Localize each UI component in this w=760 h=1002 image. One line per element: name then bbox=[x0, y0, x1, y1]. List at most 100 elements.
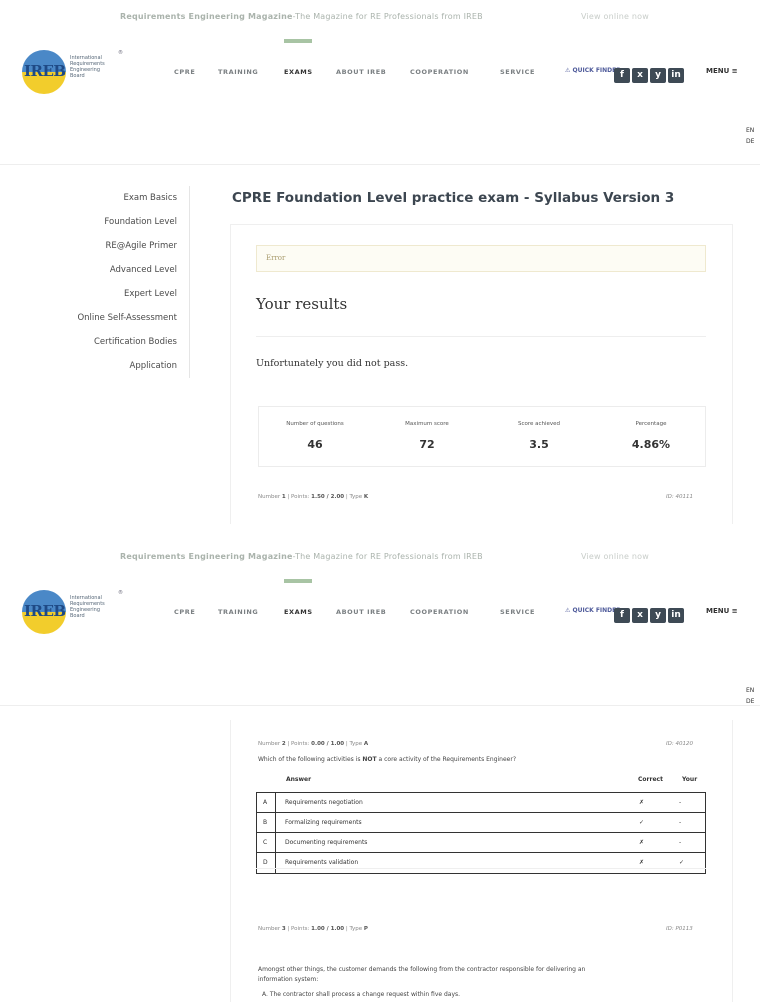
question-text-part: Which of the following activities is bbox=[258, 756, 363, 763]
magazine-link[interactable]: Requirements Engineering Magazine-The Ma… bbox=[120, 552, 483, 561]
answer-letter: C bbox=[263, 839, 268, 846]
social-links: f x y in bbox=[614, 62, 686, 83]
nav-training[interactable]: TRAINING bbox=[218, 68, 258, 76]
stat-label: Maximum score bbox=[405, 421, 449, 427]
answer-your-mark: ✓ bbox=[679, 859, 685, 866]
site-header-repeat: Requirements Engineering Magazine-The Ma… bbox=[0, 540, 760, 707]
language-switcher: EN DE bbox=[746, 125, 754, 147]
warning-icon: ⚠ bbox=[565, 607, 571, 614]
answer-row: B Formalizing requirements ✓ - bbox=[257, 813, 705, 833]
sidebar-item-application[interactable]: Application bbox=[40, 354, 189, 378]
ireb-logo[interactable]: IREB International Requirements Engineer… bbox=[22, 590, 140, 634]
lang-en[interactable]: EN bbox=[746, 125, 754, 136]
answer-table: A Requirements negotiation ✗ - B Formali… bbox=[256, 792, 706, 874]
col-your: Your bbox=[682, 776, 698, 783]
xing-icon[interactable]: x bbox=[632, 608, 648, 623]
question-text-emphasis: NOT bbox=[362, 756, 377, 763]
hamburger-icon: ≡ bbox=[731, 607, 738, 615]
answer-text: Requirements negotiation bbox=[285, 799, 363, 806]
sidebar-item-foundation-level[interactable]: Foundation Level bbox=[40, 210, 189, 234]
question-number: 1 bbox=[281, 494, 286, 500]
quick-finder-button[interactable]: ⚠ QUICK FINDER bbox=[565, 67, 621, 74]
stat-value: 4.86% bbox=[631, 438, 671, 451]
answer-row: A Requirements negotiation ✗ - bbox=[257, 793, 705, 813]
view-online-link[interactable]: View online now bbox=[581, 12, 649, 21]
results-title: Your results bbox=[256, 295, 348, 313]
sidebar-item-exam-basics[interactable]: Exam Basics bbox=[40, 186, 189, 210]
divider bbox=[256, 868, 706, 869]
menu-button[interactable]: MENU ≡ bbox=[706, 607, 738, 615]
logo-subtitle: International Requirements Engineering B… bbox=[70, 55, 105, 79]
answer-row: C Documenting requirements ✗ - bbox=[257, 833, 705, 853]
answer-letter: D bbox=[263, 859, 268, 866]
sidebar-item-certification-bodies[interactable]: Certification Bodies bbox=[40, 330, 189, 354]
facebook-icon[interactable]: f bbox=[614, 68, 630, 83]
question-type: P bbox=[363, 926, 368, 932]
nav-exams[interactable]: EXAMS bbox=[284, 68, 313, 76]
stat-percentage: Percentage 4.86% bbox=[595, 407, 707, 468]
stat-value: 3.5 bbox=[529, 438, 549, 451]
warning-icon: ⚠ bbox=[565, 67, 571, 74]
logo-sub-line: Board bbox=[70, 73, 85, 79]
nav-cooperation[interactable]: COOPERATION bbox=[410, 608, 469, 616]
quick-finder-button[interactable]: ⚠ QUICK FINDER bbox=[565, 607, 621, 614]
answer-row: D Requirements validation ✗ ✓ bbox=[257, 853, 705, 873]
registered-mark: ® bbox=[118, 590, 123, 596]
nav-exams[interactable]: EXAMS bbox=[284, 608, 313, 616]
answer-correct-mark: ✓ bbox=[639, 819, 645, 826]
header-divider bbox=[0, 705, 760, 706]
stat-max-score: Maximum score 72 bbox=[371, 407, 483, 468]
nav-about-ireb[interactable]: ABOUT IREB bbox=[336, 608, 386, 616]
exam-sidebar: Exam Basics Foundation Level RE@Agile Pr… bbox=[40, 186, 190, 378]
menu-button[interactable]: MENU ≡ bbox=[706, 67, 738, 75]
magazine-link[interactable]: Requirements Engineering Magazine-The Ma… bbox=[120, 12, 483, 21]
question-3-text: information system: bbox=[258, 976, 319, 983]
youtube-icon[interactable]: y bbox=[650, 608, 666, 623]
question-points: 1.00 / 1.00 bbox=[311, 926, 345, 932]
question-number: 2 bbox=[281, 741, 286, 747]
divider bbox=[256, 336, 706, 337]
question-3-meta: Number 3 | Points: 1.00 / 1.00 | Type P bbox=[258, 926, 368, 932]
youtube-icon[interactable]: y bbox=[650, 68, 666, 83]
logo-text: IREB bbox=[24, 62, 66, 80]
sidebar-item-re-agile-primer[interactable]: RE@Agile Primer bbox=[40, 234, 189, 258]
magazine-subtitle: -The Magazine for RE Professionals from … bbox=[292, 12, 483, 21]
linkedin-icon[interactable]: in bbox=[668, 68, 684, 83]
question-2-text: Which of the following activities is NOT… bbox=[258, 756, 516, 763]
linkedin-icon[interactable]: in bbox=[668, 608, 684, 623]
lang-de[interactable]: DE bbox=[746, 136, 754, 147]
header-divider bbox=[0, 164, 760, 165]
registered-mark: ® bbox=[118, 50, 123, 56]
answer-correct-mark: ✗ bbox=[639, 799, 645, 806]
question-points: 0.00 / 1.00 bbox=[311, 741, 345, 747]
xing-icon[interactable]: x bbox=[632, 68, 648, 83]
nav-cooperation[interactable]: COOPERATION bbox=[410, 68, 469, 76]
stat-label: Score achieved bbox=[517, 421, 561, 427]
question-3-text: Amongst other things, the customer deman… bbox=[258, 966, 586, 973]
page-title: CPRE Foundation Level practice exam - Sy… bbox=[232, 190, 675, 206]
answer-your-mark: - bbox=[679, 819, 682, 826]
col-correct: Correct bbox=[638, 776, 663, 783]
ireb-logo[interactable]: IREB International Requirements Engineer… bbox=[22, 50, 140, 94]
fail-message: Unfortunately you did not pass. bbox=[256, 358, 409, 369]
sidebar-item-expert-level[interactable]: Expert Level bbox=[40, 282, 189, 306]
hamburger-icon: ≡ bbox=[731, 67, 738, 75]
answer-text: Requirements validation bbox=[285, 859, 359, 866]
magazine-title: Requirements Engineering Magazine bbox=[120, 552, 293, 561]
nav-service[interactable]: SERVICE bbox=[500, 68, 535, 76]
stat-label: Percentage bbox=[635, 421, 667, 427]
nav-service[interactable]: SERVICE bbox=[500, 608, 535, 616]
sidebar-item-advanced-level[interactable]: Advanced Level bbox=[40, 258, 189, 282]
language-switcher: EN DE bbox=[746, 685, 754, 707]
sidebar-item-online-self-assessment[interactable]: Online Self-Assessment bbox=[40, 306, 189, 330]
view-online-link[interactable]: View online now bbox=[581, 552, 649, 561]
question-type: A bbox=[363, 741, 369, 747]
nav-cpre[interactable]: CPRE bbox=[174, 68, 195, 76]
score-summary: Number of questions 46 Maximum score 72 Sc… bbox=[258, 406, 706, 467]
nav-cpre[interactable]: CPRE bbox=[174, 608, 195, 616]
lang-en[interactable]: EN bbox=[746, 685, 754, 696]
nav-about-ireb[interactable]: ABOUT IREB bbox=[336, 68, 386, 76]
facebook-icon[interactable]: f bbox=[614, 608, 630, 623]
answer-your-mark: - bbox=[679, 839, 682, 846]
nav-training[interactable]: TRAINING bbox=[218, 608, 258, 616]
